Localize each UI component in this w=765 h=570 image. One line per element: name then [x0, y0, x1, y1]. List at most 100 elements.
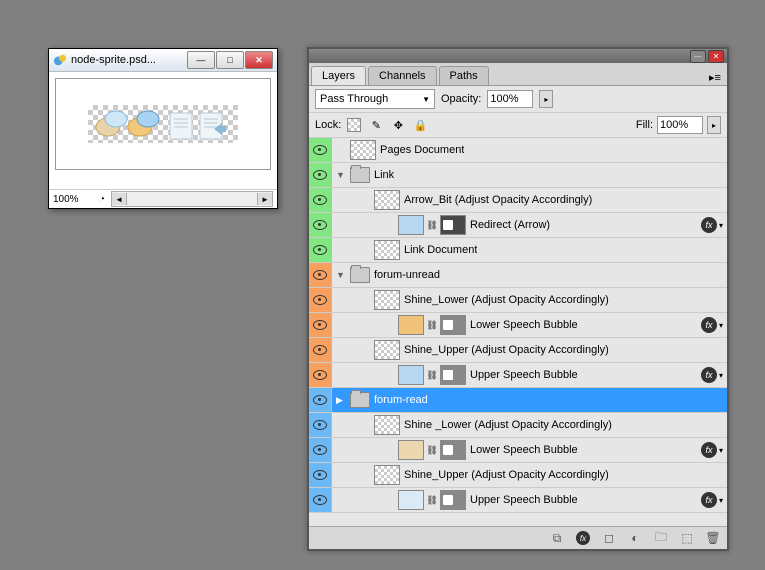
- doc-info-icon[interactable]: ◔: [99, 194, 105, 205]
- adjustment-layer-icon[interactable]: ◐: [627, 530, 643, 546]
- fx-expand-icon[interactable]: ▾: [719, 496, 723, 505]
- layer-style-icon[interactable]: fx: [575, 530, 591, 546]
- visibility-toggle[interactable]: [309, 138, 332, 162]
- layer-name[interactable]: Upper Speech Bubble: [470, 494, 578, 506]
- layer-content[interactable]: Pages Document: [332, 138, 727, 162]
- layer-row[interactable]: ⛓Upper Speech Bubblefx▾: [309, 488, 727, 513]
- mask-thumbnail[interactable]: [440, 315, 466, 335]
- layer-name[interactable]: Lower Speech Bubble: [470, 319, 578, 331]
- visibility-toggle[interactable]: [309, 288, 332, 312]
- layer-content[interactable]: ▼ forum-unread: [332, 263, 727, 287]
- layer-content[interactable]: ⛓ Upper Speech Bubble fx▾: [332, 363, 727, 387]
- minimize-button[interactable]: —: [187, 51, 215, 69]
- visibility-toggle[interactable]: [309, 238, 332, 262]
- layer-name[interactable]: Pages Document: [380, 144, 464, 156]
- visibility-toggle[interactable]: [309, 413, 332, 437]
- layer-name[interactable]: Redirect (Arrow): [470, 219, 550, 231]
- layer-content[interactable]: ⛓Upper Speech Bubblefx▾: [332, 488, 727, 512]
- delete-layer-icon[interactable]: 🗑: [705, 530, 721, 546]
- layer-name[interactable]: forum-read: [374, 394, 428, 406]
- mask-thumbnail[interactable]: [440, 490, 466, 510]
- layer-row[interactable]: Arrow_Bit (Adjust Opacity Accordingly): [309, 188, 727, 213]
- layer-thumbnail[interactable]: [374, 340, 400, 360]
- layer-row[interactable]: ▼ forum-unread: [309, 263, 727, 288]
- layer-name[interactable]: Upper Speech Bubble: [470, 369, 578, 381]
- layer-content[interactable]: Arrow_Bit (Adjust Opacity Accordingly): [332, 188, 727, 212]
- expand-toggle[interactable]: ▼: [336, 170, 346, 180]
- layer-name[interactable]: Shine_Lower (Adjust Opacity Accordingly): [404, 294, 609, 306]
- visibility-toggle[interactable]: [309, 213, 332, 237]
- expand-toggle[interactable]: ▼: [336, 270, 346, 280]
- layer-thumbnail[interactable]: [374, 290, 400, 310]
- opacity-flyout-button[interactable]: ▸: [539, 90, 553, 108]
- layer-name[interactable]: Shine_Upper (Adjust Opacity Accordingly): [404, 469, 609, 481]
- mask-thumbnail[interactable]: [440, 215, 466, 235]
- visibility-toggle[interactable]: [309, 163, 332, 187]
- opacity-input[interactable]: 100%: [487, 90, 533, 108]
- layer-name[interactable]: Shine _Lower (Adjust Opacity Accordingly…: [404, 419, 612, 431]
- layer-content[interactable]: ⛓Lower Speech Bubblefx▾: [332, 313, 727, 337]
- scroll-left-icon[interactable]: ◄: [112, 193, 127, 205]
- tab-paths[interactable]: Paths: [439, 66, 489, 85]
- layer-name[interactable]: Lower Speech Bubble: [470, 444, 578, 456]
- layer-effects[interactable]: fx▾: [701, 367, 723, 383]
- layer-content[interactable]: Link Document: [332, 238, 727, 262]
- link-mask-icon[interactable]: ⛓: [428, 493, 436, 507]
- layer-effects[interactable]: fx▾: [701, 217, 723, 233]
- layer-name[interactable]: Shine_Upper (Adjust Opacity Accordingly): [404, 344, 609, 356]
- mask-thumbnail[interactable]: [440, 440, 466, 460]
- visibility-toggle[interactable]: [309, 438, 332, 462]
- visibility-toggle[interactable]: [309, 388, 332, 412]
- visibility-toggle[interactable]: [309, 313, 332, 337]
- fx-expand-icon[interactable]: ▾: [719, 371, 723, 380]
- visibility-toggle[interactable]: [309, 463, 332, 487]
- layer-content[interactable]: Shine_Upper (Adjust Opacity Accordingly): [332, 338, 727, 362]
- canvas[interactable]: [55, 78, 271, 170]
- new-layer-icon[interactable]: ⬚: [679, 530, 695, 546]
- layer-row[interactable]: Pages Document: [309, 138, 727, 163]
- layer-row[interactable]: ⛓ Upper Speech Bubble fx▾: [309, 363, 727, 388]
- layer-thumbnail[interactable]: [398, 440, 424, 460]
- link-mask-icon[interactable]: ⛓: [428, 368, 436, 382]
- layer-thumbnail[interactable]: [398, 365, 424, 385]
- visibility-toggle[interactable]: [309, 338, 332, 362]
- layer-thumbnail[interactable]: [374, 240, 400, 260]
- layer-thumbnail[interactable]: [350, 140, 376, 160]
- layer-row[interactable]: Link Document: [309, 238, 727, 263]
- panel-titlebar[interactable]: — ✕: [309, 49, 727, 63]
- maximize-button[interactable]: □: [216, 51, 244, 69]
- layer-thumbnail[interactable]: [374, 415, 400, 435]
- link-layers-icon[interactable]: ⧉: [549, 530, 565, 546]
- layer-name[interactable]: forum-unread: [374, 269, 440, 281]
- layer-row[interactable]: Shine_Upper (Adjust Opacity Accordingly): [309, 463, 727, 488]
- tab-channels[interactable]: Channels: [368, 66, 436, 85]
- layer-content[interactable]: Shine _Lower (Adjust Opacity Accordingly…: [332, 413, 727, 437]
- zoom-value[interactable]: 100%: [53, 194, 93, 205]
- tab-layers[interactable]: Layers: [311, 66, 366, 85]
- fill-input[interactable]: 100%: [657, 116, 703, 134]
- layer-thumbnail[interactable]: [374, 465, 400, 485]
- layer-content[interactable]: Shine_Lower (Adjust Opacity Accordingly): [332, 288, 727, 312]
- layer-thumbnail[interactable]: [398, 315, 424, 335]
- lock-position-icon[interactable]: ✥: [389, 116, 407, 134]
- layer-thumbnail[interactable]: [398, 490, 424, 510]
- layer-content[interactable]: ⛓ Redirect (Arrow) fx▾: [332, 213, 727, 237]
- layer-content[interactable]: Shine_Upper (Adjust Opacity Accordingly): [332, 463, 727, 487]
- fill-flyout-button[interactable]: ▸: [707, 116, 721, 134]
- layers-list[interactable]: Pages Document ▼ Link Arrow_Bit (Adjust Opa…: [309, 138, 727, 536]
- horizontal-scrollbar[interactable]: ◄ ►: [111, 191, 273, 207]
- fx-expand-icon[interactable]: ▾: [719, 221, 723, 230]
- layer-row[interactable]: ⛓Lower Speech Bubblefx▾: [309, 313, 727, 338]
- lock-pixels-icon[interactable]: ✎: [367, 116, 385, 134]
- lock-transparency-icon[interactable]: [345, 116, 363, 134]
- expand-toggle[interactable]: ▶: [336, 395, 346, 406]
- visibility-toggle[interactable]: [309, 488, 332, 512]
- link-mask-icon[interactable]: ⛓: [428, 443, 436, 457]
- lock-all-icon[interactable]: 🔒: [411, 116, 429, 134]
- layer-name[interactable]: Link Document: [404, 244, 477, 256]
- link-mask-icon[interactable]: ⛓: [428, 218, 436, 232]
- layer-name[interactable]: Link: [374, 169, 394, 181]
- panel-close-button[interactable]: ✕: [708, 50, 724, 63]
- blend-mode-select[interactable]: Pass Through ▼: [315, 89, 435, 109]
- panel-menu-button[interactable]: ▸≡: [707, 69, 723, 85]
